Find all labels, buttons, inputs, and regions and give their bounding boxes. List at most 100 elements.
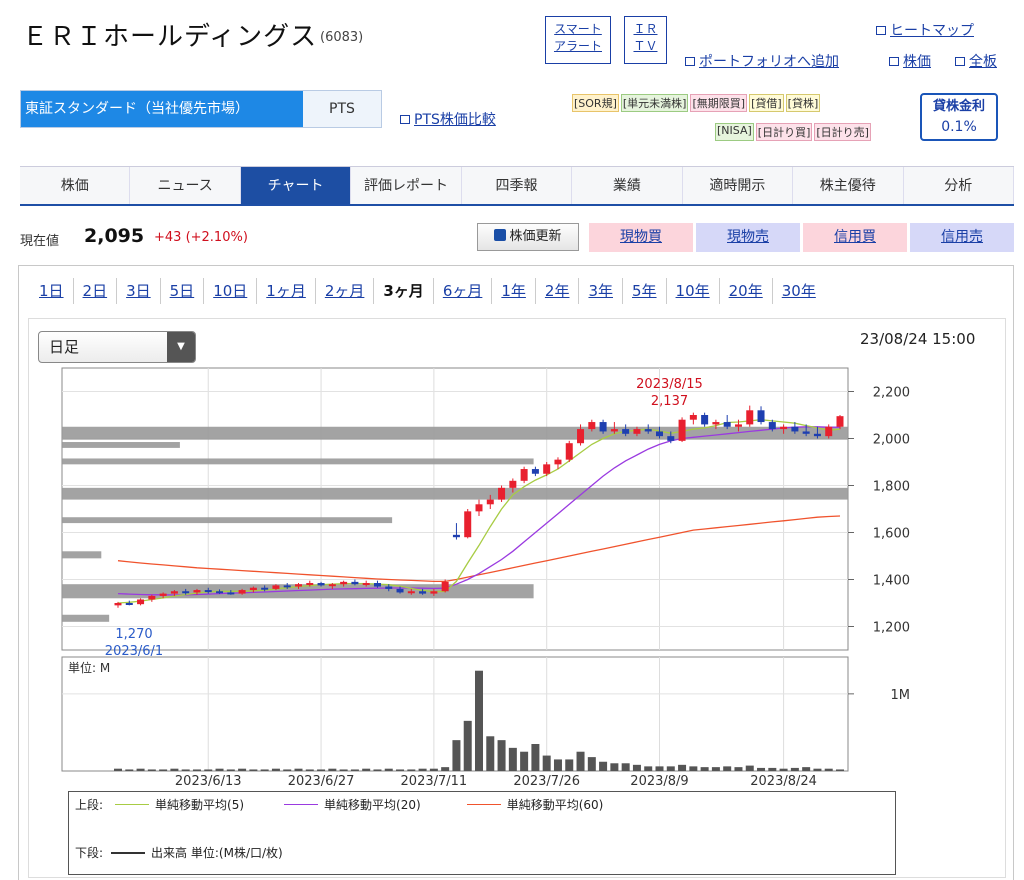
volume-bar <box>226 769 235 771</box>
candle-body <box>791 426 799 432</box>
volume-profile-band <box>62 487 848 500</box>
volume-bar <box>271 768 280 771</box>
candle-body <box>295 584 302 587</box>
volume-bar <box>689 766 698 771</box>
candle-body <box>407 591 415 594</box>
candle-body <box>509 480 517 488</box>
candle-body <box>306 583 314 586</box>
volume-bar <box>599 761 608 771</box>
volume-bar <box>249 769 258 771</box>
candle-body <box>780 426 788 430</box>
volume-bar <box>328 768 337 771</box>
candle-body <box>757 410 765 423</box>
stock-chart: 1,200 1,400 1,600 1,800 2,000 2,200 2023/8/15 2… <box>61 367 910 789</box>
volume-bar <box>181 769 190 771</box>
candle-body <box>520 469 528 481</box>
volume-bar <box>305 769 314 771</box>
volume-profile-band <box>62 517 393 524</box>
volume-bar <box>621 763 630 771</box>
volume-bar <box>384 768 393 771</box>
candle-body <box>441 581 449 592</box>
volume-bar <box>542 755 551 771</box>
volume-bar <box>407 769 416 771</box>
legend-lower-row: 下段: 出来高 単位:(M株/口/枚) <box>75 844 283 861</box>
candle-body <box>565 443 573 460</box>
candle-body <box>689 415 697 420</box>
candle-body <box>193 590 201 593</box>
volume-bar <box>317 769 326 771</box>
volume-bar <box>204 769 213 771</box>
candle-body <box>452 534 460 538</box>
volume-bar <box>429 768 438 771</box>
price-tick-label: 2,000 <box>873 433 910 448</box>
candle-body <box>261 587 269 590</box>
volume-bar <box>779 768 788 771</box>
volume-bar <box>114 768 122 771</box>
volume-bar <box>463 720 472 771</box>
volume-bar <box>339 769 348 771</box>
candle-body <box>734 424 742 427</box>
volume-bar <box>531 744 540 771</box>
candle-body <box>599 422 607 432</box>
candle-body <box>148 595 156 600</box>
volume-bar <box>159 769 168 771</box>
volume-bar <box>700 767 709 771</box>
volume-profile-band <box>62 442 180 448</box>
volume-bar <box>260 769 269 771</box>
candle-body <box>678 419 686 441</box>
candle-body <box>272 585 280 589</box>
candle-body <box>543 464 551 474</box>
x-tick-label: 2023/6/13 <box>175 774 242 789</box>
volume-bar <box>486 736 495 771</box>
volume-bar <box>802 767 811 771</box>
candle-body <box>159 593 167 596</box>
volume-bar <box>745 765 754 771</box>
legend-volume-swatch <box>111 851 146 854</box>
volume-bar <box>294 768 303 771</box>
volume-bar <box>666 766 675 771</box>
volume-bar <box>587 757 596 771</box>
candle-body <box>701 415 709 425</box>
price-tick-label: 1,800 <box>873 480 910 495</box>
legend-upper-label: 上段: <box>75 798 104 812</box>
volume-bar <box>497 740 506 771</box>
volume-bar <box>610 763 619 771</box>
volume-bar <box>813 768 822 771</box>
legend-upper-row: 上段: 単純移動平均(5) 単純移動平均(20) 単純移動平均(60) <box>75 796 603 813</box>
volume-profile-band <box>62 551 102 559</box>
volume-bar <box>655 766 664 771</box>
candle-body <box>396 588 404 593</box>
x-tick-label: 2023/6/27 <box>288 774 355 789</box>
legend-lower-label: 下段: <box>75 846 104 860</box>
candle-body <box>531 469 539 474</box>
volume-bar <box>632 764 641 771</box>
volume-bar <box>418 768 427 771</box>
volume-bar <box>350 769 359 771</box>
candle-body <box>125 603 133 605</box>
legend-ma20-swatch <box>284 804 319 805</box>
volume-bar <box>147 769 156 771</box>
candle-body <box>577 429 585 444</box>
price-tick-label: 1,200 <box>873 621 910 636</box>
candle-body <box>622 429 630 434</box>
volume-bar <box>192 769 201 771</box>
high-annotation-date: 2023/8/15 <box>636 377 703 392</box>
candle-body <box>475 504 483 512</box>
high-annotation-value: 2,137 <box>651 394 688 409</box>
volume-profile-band <box>62 458 534 465</box>
candle-body <box>340 581 348 585</box>
candle-body <box>114 603 122 606</box>
candle-body <box>227 592 235 595</box>
volume-bar <box>452 740 461 771</box>
candle-body <box>644 429 652 432</box>
candle-body <box>204 590 212 593</box>
volume-bar <box>362 768 371 771</box>
volume-bar <box>576 751 585 771</box>
price-tick-label: 2,200 <box>873 386 910 401</box>
volume-bar <box>170 768 179 771</box>
legend-ma5: 単純移動平均(5) <box>155 798 245 812</box>
candle-body <box>464 511 472 538</box>
candle-body <box>588 422 596 430</box>
candle-body <box>238 590 246 594</box>
candle-body <box>419 591 427 594</box>
